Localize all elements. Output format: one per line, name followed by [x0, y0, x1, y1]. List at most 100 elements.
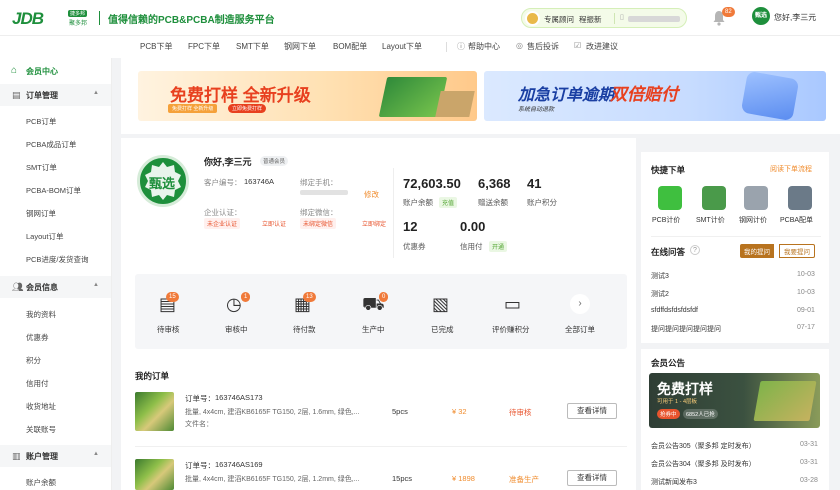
sidebar-item-progress[interactable]: PCB进度/发货查询	[26, 254, 89, 265]
banner-double-compensation[interactable]: 加急订单逾期 双倍赔付 系统自动退款	[484, 71, 826, 121]
sidebar-item-layout-orders[interactable]: Layout订单	[26, 231, 64, 242]
suggest-icon: ☑	[574, 41, 582, 50]
quick-pcb[interactable]: PCB计价	[652, 186, 688, 228]
avatar[interactable]: 甄选	[752, 7, 770, 25]
nav-layout[interactable]: Layout下单	[382, 41, 422, 52]
status-review-points[interactable]: ▭ 评价赚积分	[490, 292, 540, 342]
nav-fpc[interactable]: FPC下单	[188, 41, 220, 52]
view-order-button[interactable]: 查看详情	[567, 403, 617, 419]
advisor-label: 专属顾问	[544, 15, 574, 24]
activate-credit-button[interactable]: 开通	[489, 241, 508, 252]
status-pending-review[interactable]: ▤ 15 待审核	[146, 292, 196, 342]
nav-stencil[interactable]: 钢网下单	[284, 41, 316, 52]
sidebar-member-center[interactable]: 会员中心	[26, 66, 58, 77]
verify-enterprise-link[interactable]: 立即认证	[262, 219, 286, 228]
home-icon: ⌂	[11, 65, 18, 76]
vip-badge: 甄选	[137, 155, 189, 207]
logo[interactable]: JDB 捷多邦 聚多邦	[12, 9, 90, 28]
nav-help[interactable]: 帮助中心	[468, 41, 500, 52]
notice-banner[interactable]: 免费打样 可用于 1 - 4层板 抢券中 6852人已抢	[649, 373, 820, 428]
order-thumbnail	[135, 392, 174, 431]
chevron-up-icon: ▲	[93, 282, 99, 288]
quick-stencil[interactable]: 钢网计价	[738, 186, 774, 228]
advisor-panel[interactable]: 专属顾问 程振新 ▯	[521, 8, 687, 28]
nav-smt[interactable]: SMT下单	[236, 41, 269, 52]
notice-item[interactable]: 会员公告304（聚多邦 及时发布）	[651, 459, 756, 469]
slogan: 值得信赖的PCB&PCBA制造服务平台	[108, 15, 275, 26]
bind-wechat-link[interactable]: 立即绑定	[362, 219, 386, 228]
notice-item[interactable]: 测试新闻发布3	[651, 477, 697, 487]
pcb-board-image	[753, 381, 817, 421]
notice-item[interactable]: 会员公告305（聚多邦 定时发布）	[651, 441, 756, 451]
quick-smt[interactable]: SMT计价	[696, 186, 732, 228]
tab-my-questions[interactable]: 我的提问	[740, 244, 774, 258]
sidebar-item-pcb-orders[interactable]: PCB订单	[26, 116, 56, 127]
sidebar-section-account[interactable]: ▥ 账户管理 ▲	[0, 445, 111, 467]
order-number[interactable]: 163746AS169	[215, 460, 263, 469]
nav-pcb[interactable]: PCB下单	[140, 41, 172, 52]
account-balance: 72,603.50	[403, 176, 461, 191]
order-status: 准备生产	[509, 475, 539, 484]
order-status: 待审核	[509, 408, 532, 417]
pcb-board-image	[435, 91, 475, 117]
status-all-orders[interactable]: › 全部订单	[560, 292, 610, 342]
banner-free-sample[interactable]: 免费打样 全新升级 免费打样 全新升级 立即免费打样	[138, 71, 477, 121]
nav-suggest[interactable]: 改进建议	[586, 41, 618, 52]
recharge-button[interactable]: 充值	[439, 197, 458, 208]
qa-item[interactable]: 测试3	[651, 271, 669, 281]
nav-aftersale[interactable]: 售后投诉	[527, 41, 559, 52]
sidebar-item-coupons[interactable]: 优惠券	[26, 332, 49, 343]
order-spec: 批量, 4x4cm, 建滔KB6165F TG150, 2层, 1.2mm, 绿…	[185, 476, 360, 483]
top-bar: JDB 捷多邦 聚多邦 值得信赖的PCB&PCBA制造服务平台 专属顾问 程振新…	[0, 0, 840, 36]
sidebar-item-stencil-orders[interactable]: 钢网订单	[26, 208, 56, 219]
sidebar-section-member[interactable]: 👥︎ 会员信息 ▲	[0, 276, 111, 298]
wallet-icon: ▥	[12, 451, 21, 461]
sidebar-item-linked[interactable]: 关联账号	[26, 424, 56, 435]
status-completed[interactable]: ▧ 已完成	[418, 292, 468, 342]
status-in-production[interactable]: ⛟ 0 生产中	[349, 292, 399, 342]
tab-ask-question[interactable]: 我要提问	[779, 244, 815, 258]
clock-doc-icon: ◷	[226, 294, 242, 314]
main-nav: PCB下单 FPC下单 SMT下单 钢网下单 BOM配单 Layout下单 ⓘ …	[0, 36, 840, 58]
status-pending-payment[interactable]: ▦ 13 待付款	[281, 292, 331, 342]
order-icon: ▤	[12, 90, 21, 100]
bonus-balance: 6,368	[478, 176, 511, 191]
order-qty: 5pcs	[392, 407, 408, 416]
order-price: ¥ 1898	[452, 474, 475, 483]
profile-greeting: 你好,李三元	[204, 157, 252, 167]
user-greeting[interactable]: 您好,李三元	[774, 12, 816, 23]
order-number[interactable]: 163746AS173	[215, 393, 263, 402]
coupons-count: 12	[403, 219, 418, 234]
order-spec: 批量, 4x4cm, 建滔KB6165F TG150, 2层, 1.6mm, 绿…	[185, 409, 360, 416]
qa-item[interactable]: 测试2	[651, 289, 669, 299]
banner-free-sample-button[interactable]: 立即免费打样	[228, 104, 267, 113]
sidebar-item-pcba-orders[interactable]: PCBA成品订单	[26, 139, 76, 150]
qa-item[interactable]: sfdffdsfdsfdsfdf	[651, 307, 698, 314]
customer-number: 163746A	[244, 177, 275, 186]
nav-bom[interactable]: BOM配单	[333, 41, 367, 52]
advisor-name: 程振新	[579, 15, 602, 24]
status-reviewing[interactable]: ◷ 1 审核中	[213, 292, 263, 342]
sidebar-item-bom-orders[interactable]: PCBA-BOM订单	[26, 185, 81, 196]
sidebar-section-orders[interactable]: ▤ 订单管理 ▲	[0, 84, 111, 106]
sidebar-item-smt-orders[interactable]: SMT订单	[26, 162, 57, 173]
credit-pay: 0.00	[460, 219, 486, 234]
aftersale-icon: ◎	[516, 41, 523, 50]
order-process-link[interactable]: 阅读下单流程	[770, 164, 812, 174]
enterprise-status: 未企业认证	[204, 218, 241, 229]
qa-item[interactable]: 提问提问提问提问提问	[651, 324, 721, 334]
sidebar-item-profile[interactable]: 我的资料	[26, 309, 56, 320]
order-qty: 15pcs	[392, 474, 413, 483]
sidebar-item-address[interactable]: 收货地址	[26, 401, 56, 412]
advisor-avatar	[525, 11, 540, 26]
user-icon: 👥︎	[12, 282, 24, 292]
sidebar-item-credit[interactable]: 信用付	[26, 378, 49, 389]
notification-badge: 82	[722, 7, 735, 17]
edit-phone-link[interactable]: 修改	[364, 189, 379, 200]
cart-chip-icon	[788, 186, 812, 210]
quick-pcba[interactable]: PCBA配单	[780, 186, 820, 228]
view-order-button[interactable]: 查看详情	[567, 470, 617, 486]
question-icon[interactable]: ?	[690, 245, 700, 255]
sidebar-item-balance[interactable]: 账户余额	[26, 477, 56, 488]
sidebar-item-points[interactable]: 积分	[26, 355, 41, 366]
